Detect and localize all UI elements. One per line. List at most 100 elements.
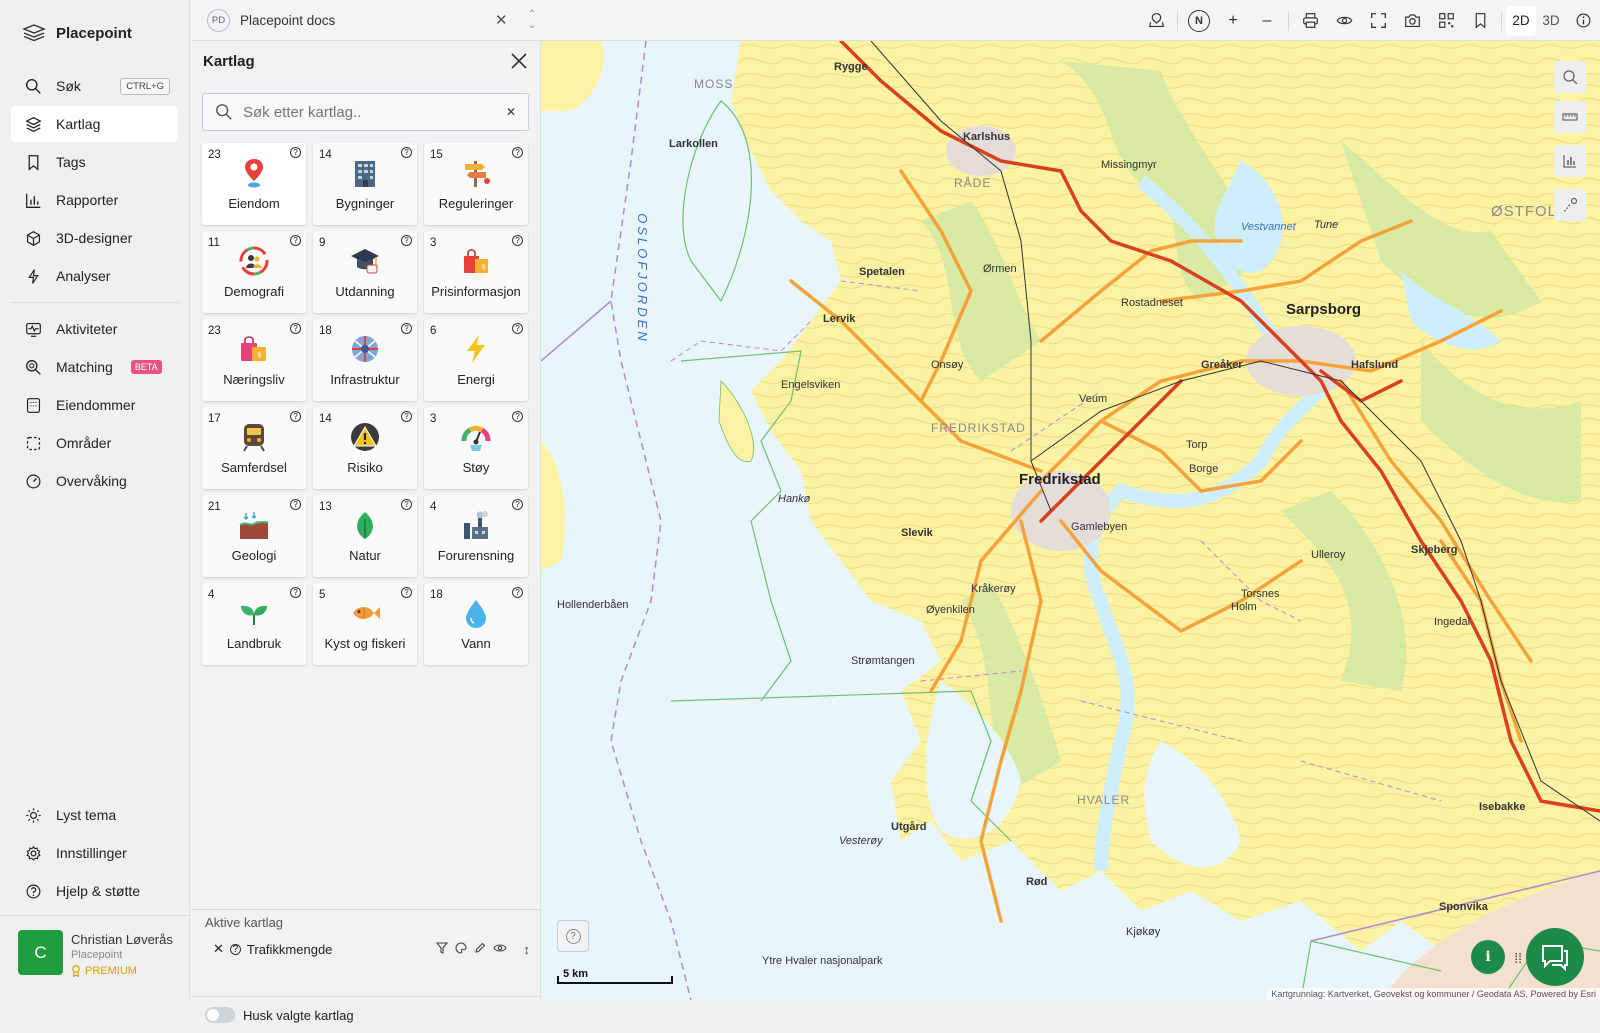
help-icon[interactable]: ?	[401, 411, 412, 422]
remember-layers-toggle[interactable]	[205, 1007, 235, 1023]
remove-layer-icon[interactable]: ✕	[213, 941, 224, 957]
remember-layers-label: Husk valgte kartlag	[243, 1007, 354, 1023]
category-stoy[interactable]: 3? Støy	[424, 407, 528, 489]
drag-grip-icon[interactable]: ⁞⁞	[1514, 950, 1522, 966]
map-label: Strømtangen	[851, 655, 915, 667]
edit-icon[interactable]	[474, 942, 486, 954]
sidebar-item-overvaking[interactable]: Overvåking	[11, 463, 178, 499]
help-icon[interactable]: ?	[290, 323, 301, 334]
sidebar-item-light-theme[interactable]: Lyst tema	[11, 797, 178, 833]
sidebar: Placepoint Søk CTRL+G Kartlag Tags Rappo…	[0, 0, 190, 1000]
search-input[interactable]	[243, 103, 496, 121]
qr-button[interactable]	[1429, 4, 1463, 38]
help-icon[interactable]: ?	[401, 587, 412, 598]
info-icon: i	[1485, 949, 1491, 965]
info-fab-button[interactable]: i	[1471, 940, 1505, 974]
infrastructure-globe-icon	[348, 332, 382, 366]
category-landbruk[interactable]: 4? Landbruk	[202, 583, 306, 665]
user-profile[interactable]: C Christian Løverås Placepoint PREMIUM	[0, 915, 189, 1000]
clear-icon[interactable]: ✕	[506, 105, 516, 119]
help-icon[interactable]: ?	[401, 499, 412, 510]
category-utdanning[interactable]: 9? Utdanning	[313, 231, 417, 313]
help-icon[interactable]: ?	[401, 323, 412, 334]
drag-handle-icon[interactable]: ↕	[524, 942, 531, 957]
info-button[interactable]	[1566, 4, 1600, 38]
visibility-button[interactable]	[1327, 4, 1361, 38]
sidebar-item-omrader[interactable]: Områder	[11, 425, 178, 461]
chevron-updown-icon[interactable]: ⌃ ⌄	[528, 9, 536, 31]
category-vann[interactable]: 18? Vann	[424, 583, 528, 665]
zoom-out-button[interactable]: –	[1250, 4, 1284, 38]
sidebar-item-kartlag[interactable]: Kartlag	[11, 106, 178, 142]
sidebar-item-eiendommer[interactable]: Eiendommer	[11, 387, 178, 423]
category-kyst-og-fiskeri[interactable]: 5? Kyst og fiskeri	[313, 583, 417, 665]
help-icon[interactable]: ?	[401, 147, 412, 158]
close-icon[interactable]: ✕	[495, 11, 508, 29]
category-forurensning[interactable]: 4? Forurensning	[424, 495, 528, 577]
sidebar-item-help[interactable]: Hjelp & støtte	[11, 873, 178, 909]
zoom-in-button[interactable]: +	[1216, 4, 1250, 38]
sidebar-item-matching[interactable]: Matching BETA	[11, 349, 178, 385]
sidebar-item-search[interactable]: Søk CTRL+G	[11, 68, 178, 104]
close-icon[interactable]	[510, 52, 528, 70]
palette-icon[interactable]	[455, 941, 467, 954]
map-label: Tune	[1314, 219, 1339, 231]
workspace-selector[interactable]: PD Placepoint docs ✕ ⌃ ⌄	[191, 0, 536, 40]
filter-icon[interactable]	[435, 941, 448, 954]
screenshot-button[interactable]	[1395, 4, 1429, 38]
sidebar-item-tags[interactable]: Tags	[11, 144, 178, 180]
bookmark-button[interactable]	[1463, 4, 1497, 38]
map-label: Onsøy	[931, 359, 964, 371]
ruler-icon	[1562, 113, 1578, 121]
category-risiko[interactable]: 14? Risiko	[313, 407, 417, 489]
fullscreen-button[interactable]	[1361, 4, 1395, 38]
mode-3d-button[interactable]: 3D	[1536, 6, 1566, 36]
category-samferdsel[interactable]: 17? Samferdsel	[202, 407, 306, 489]
help-icon[interactable]: ?	[512, 147, 523, 158]
help-icon[interactable]: ?	[229, 943, 241, 955]
help-icon[interactable]: ?	[290, 235, 301, 246]
avatar[interactable]: C	[18, 930, 63, 975]
category-naeringsliv[interactable]: 23? $ Næringsliv	[202, 319, 306, 401]
map-view[interactable]: MOSS Rygge Larkollen Karlshus Missingmyr…	[541, 41, 1600, 1000]
category-demografi[interactable]: 11? Demografi	[202, 231, 306, 313]
category-prisinformasjon[interactable]: 3? $ Prisinformasjon	[424, 231, 528, 313]
help-icon[interactable]: ?	[512, 411, 523, 422]
help-icon[interactable]: ?	[401, 235, 412, 246]
category-energi[interactable]: 6? Energi	[424, 319, 528, 401]
print-button[interactable]	[1293, 4, 1327, 38]
map-tool-chart[interactable]	[1554, 145, 1586, 177]
map-tool-location[interactable]	[1554, 61, 1586, 93]
category-reguleringer[interactable]: 15? Reguleringer	[424, 143, 528, 225]
sidebar-item-rapporter[interactable]: Rapporter	[11, 182, 178, 218]
eye-icon[interactable]	[492, 942, 507, 954]
map-tool-route[interactable]	[1554, 189, 1586, 221]
brand[interactable]: Placepoint	[0, 0, 189, 66]
help-icon[interactable]: ?	[512, 323, 523, 334]
category-label: Risiko	[347, 460, 383, 475]
help-icon[interactable]: ?	[290, 411, 301, 422]
category-infrastruktur[interactable]: 18? Infrastruktur	[313, 319, 417, 401]
category-natur[interactable]: 13? Natur	[313, 495, 417, 577]
help-icon[interactable]: ?	[290, 499, 301, 510]
mode-2d-button[interactable]: 2D	[1506, 5, 1536, 36]
sidebar-item-analyser[interactable]: Analyser	[11, 258, 178, 294]
help-icon[interactable]: ?	[512, 499, 523, 510]
help-icon[interactable]: ?	[290, 147, 301, 158]
category-eiendom[interactable]: 23? Eiendom	[202, 143, 306, 225]
sidebar-item-aktiviteter[interactable]: Aktiviteter	[11, 311, 178, 347]
sidebar-item-3d-designer[interactable]: 3D-designer	[11, 220, 178, 256]
map-help-button[interactable]: ?	[557, 920, 589, 952]
help-icon[interactable]: ?	[290, 587, 301, 598]
category-bygninger[interactable]: 14? Bygninger	[313, 143, 417, 225]
sidebar-item-settings[interactable]: Innstillinger	[11, 835, 178, 871]
chat-fab-button[interactable]	[1526, 928, 1584, 986]
map-tool-measure[interactable]	[1554, 101, 1586, 133]
bookmark-icon	[1475, 13, 1485, 29]
compass-button[interactable]: N	[1182, 4, 1216, 38]
active-layer-row[interactable]: ✕ ? Trafikkmengde ↕	[191, 935, 540, 963]
help-icon[interactable]: ?	[512, 587, 523, 598]
help-icon[interactable]: ?	[512, 235, 523, 246]
category-geologi[interactable]: 21? Geologi	[202, 495, 306, 577]
map-style-button[interactable]	[1139, 4, 1173, 38]
